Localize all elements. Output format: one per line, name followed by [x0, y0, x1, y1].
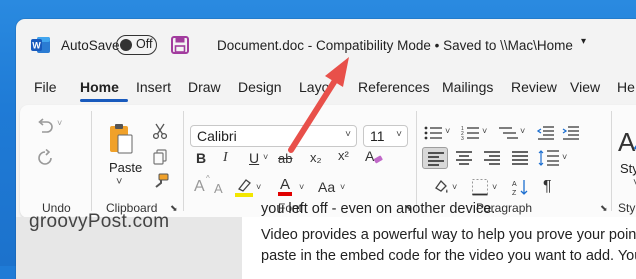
increase-indent-icon[interactable] [562, 125, 580, 141]
shading-icon[interactable] [432, 178, 450, 196]
styles-group-label: Styles [618, 201, 636, 215]
svg-text:3: 3 [461, 136, 464, 141]
tab-home[interactable]: Home [80, 79, 119, 95]
tab-file[interactable]: File [34, 79, 57, 95]
font-name-value: Calibri [197, 128, 237, 144]
borders-icon[interactable] [471, 178, 489, 196]
bold-button[interactable]: B [196, 151, 206, 165]
styles-icon[interactable]: A [618, 127, 636, 155]
ribbon-tabs: File Home Insert Draw Design Layo Refere… [16, 75, 636, 101]
group-divider [416, 111, 417, 211]
svg-text:A: A [365, 148, 375, 164]
underline-dropdown-icon[interactable]: ˅ [263, 153, 268, 162]
autosave-toggle[interactable]: Off [116, 35, 157, 55]
paste-icon[interactable] [108, 123, 134, 155]
undo-icon[interactable] [36, 117, 54, 135]
shading-dropdown-icon[interactable]: ˅ [452, 183, 457, 192]
chevron-down-icon: ˅ [345, 129, 351, 140]
bullets-dropdown-icon[interactable]: ˅ [445, 127, 450, 136]
tab-insert[interactable]: Insert [136, 79, 171, 95]
font-color-dropdown-icon[interactable]: ˅ [299, 183, 304, 192]
svg-text:A: A [618, 127, 636, 155]
document-text-line[interactable]: Video provides a powerful way to help yo… [261, 227, 636, 243]
tab-layout[interactable]: Layo [299, 79, 329, 95]
tab-view[interactable]: View [570, 79, 600, 95]
line-spacing-icon[interactable] [538, 149, 560, 167]
grow-font-button[interactable]: A [194, 179, 205, 195]
strikethrough-button[interactable]: ab [278, 152, 292, 165]
underline-button[interactable]: U [249, 151, 259, 165]
svg-text:W: W [32, 41, 41, 51]
word-icon[interactable]: W [31, 36, 51, 54]
paste-label[interactable]: Paste [109, 161, 142, 174]
numbering-dropdown-icon[interactable]: ˅ [482, 127, 487, 136]
borders-dropdown-icon[interactable]: ˅ [492, 183, 497, 192]
group-divider [611, 111, 612, 211]
tab-draw[interactable]: Draw [188, 79, 221, 95]
align-center-icon[interactable] [455, 151, 473, 165]
font-color-button[interactable]: A [278, 177, 293, 196]
svg-text:A: A [512, 181, 517, 188]
paragraph-launcher-icon[interactable]: ⬊ [600, 203, 608, 214]
line-spacing-dropdown-icon[interactable]: ˅ [562, 153, 567, 162]
tab-design[interactable]: Design [238, 79, 282, 95]
styles-button-label[interactable]: Styles [620, 162, 636, 175]
tab-mailings[interactable]: Mailings [442, 79, 493, 95]
undo-dropdown-icon[interactable]: ˅ [57, 119, 62, 128]
autosave-label: AutoSave [61, 38, 120, 53]
font-name-select[interactable]: Calibri ˅ [190, 125, 357, 147]
redo-icon[interactable] [36, 149, 54, 167]
chevron-down-icon[interactable]: ▾ [581, 36, 586, 47]
svg-text:Z: Z [512, 190, 517, 196]
chevron-down-icon: ˅ [396, 129, 402, 140]
show-formatting-marks-button[interactable]: ¶ [543, 179, 552, 195]
sort-icon[interactable]: A Z [512, 178, 530, 196]
autosave-state: Off [136, 37, 153, 51]
document-title[interactable]: Document.doc - Compatibility Mode • Save… [217, 38, 573, 53]
scissors-icon[interactable] [153, 123, 167, 139]
subscript-button[interactable]: x₂ [310, 151, 322, 164]
change-case-dropdown-icon[interactable]: ˅ [340, 183, 345, 192]
decrease-indent-icon[interactable] [537, 125, 555, 141]
document-text-line[interactable]: paste in the embed code for the video yo… [261, 248, 636, 264]
align-left-icon [428, 152, 444, 166]
toggle-knob [120, 39, 132, 51]
highlight-dropdown-icon[interactable]: ˅ [256, 183, 261, 192]
tab-references[interactable]: References [358, 79, 430, 95]
highlighter-icon[interactable] [235, 177, 253, 197]
justify-icon[interactable] [511, 151, 529, 165]
group-divider [91, 111, 92, 211]
align-left-button[interactable] [422, 147, 448, 169]
save-icon[interactable] [171, 36, 189, 54]
multilevel-dropdown-icon[interactable]: ˅ [520, 127, 525, 136]
clipboard-launcher-icon[interactable]: ⬊ [170, 203, 178, 214]
format-painter-icon[interactable] [153, 173, 169, 189]
multilevel-list-icon[interactable] [498, 125, 522, 141]
shrink-font-button[interactable]: A [214, 182, 223, 195]
tab-help[interactable]: He [617, 79, 635, 95]
title-bar: W AutoSave Off Document.doc - Compatibil… [16, 19, 636, 67]
superscript-button[interactable]: x² [338, 149, 349, 162]
grow-font-arrow-icon: ^ [206, 174, 210, 183]
clear-formatting-icon[interactable]: A [364, 148, 384, 166]
change-case-button[interactable]: Aa [318, 180, 335, 194]
font-size-value: 11 [370, 128, 385, 144]
copy-icon[interactable] [153, 149, 167, 165]
paste-dropdown-icon[interactable]: ˅ [116, 177, 122, 188]
group-divider [183, 111, 184, 211]
document-text-line[interactable]: you left off - even on another device. [261, 201, 495, 217]
align-right-icon[interactable] [483, 151, 501, 165]
active-tab-indicator [80, 99, 128, 102]
italic-button[interactable]: I [223, 151, 228, 165]
font-size-select[interactable]: 11 ˅ [363, 125, 408, 147]
watermark: groovyPost.com [29, 211, 170, 232]
tab-review[interactable]: Review [511, 79, 557, 95]
